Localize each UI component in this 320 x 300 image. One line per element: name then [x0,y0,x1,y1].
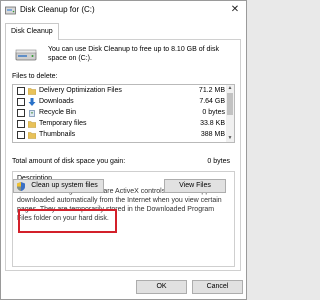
list-item-name: Downloads [39,98,74,105]
folder-icon [28,121,36,128]
tab-disk-cleanup[interactable]: Disk Cleanup [5,23,59,40]
total-space-value: 0 bytes [207,158,230,165]
list-item[interactable]: Downloads 7.64 GB [13,97,227,107]
list-item[interactable]: Thumbnails 388 MB [13,130,227,140]
cancel-button[interactable]: Cancel [192,280,243,294]
folder-icon [28,132,36,139]
disk-cleanup-window: Disk Cleanup for (C:) ✕ Disk Cleanup You… [0,0,247,300]
list-item-checkbox[interactable] [17,87,25,95]
clean-up-system-files-button[interactable]: Clean up system files [13,179,104,193]
recycle-bin-icon [29,110,35,117]
folder-icon [28,88,36,95]
list-item[interactable]: Delivery Optimization Files 71.2 MB [13,86,227,96]
files-to-delete-list[interactable]: Delivery Optimization Files 71.2 MB Down… [12,84,235,143]
list-item-name: Delivery Optimization Files [39,87,122,94]
hard-drive-icon [15,49,37,61]
disk-cleanup-panel: You can use Disk Cleanup to free up to 8… [5,39,241,271]
files-to-delete-label: Files to delete: [12,73,58,80]
scroll-up-icon[interactable]: ▲ [226,85,234,92]
list-item-size: 71.2 MB [198,87,225,94]
list-scrollbar[interactable]: ▲ ▼ [226,85,234,142]
tab-strip: Disk Cleanup [1,23,246,40]
close-button[interactable]: ✕ [225,2,245,18]
scroll-down-icon[interactable]: ▼ [226,135,234,142]
list-item-size: 388 MB [200,131,225,138]
download-arrow-icon [28,98,36,106]
list-item-name: Recycle Bin [39,109,76,116]
list-item-size: 33.8 KB [200,120,225,127]
window-title: Disk Cleanup for (C:) [20,5,95,14]
disk-cleanup-icon [5,6,16,15]
uac-shield-icon [17,182,25,191]
list-item-checkbox[interactable] [17,98,25,106]
title-bar[interactable]: Disk Cleanup for (C:) ✕ [1,1,246,19]
view-files-button[interactable]: View Files [164,179,226,193]
list-item[interactable]: Recycle Bin 0 bytes [13,108,227,118]
total-space-label: Total amount of disk space you gain: [12,158,126,165]
ok-button[interactable]: OK [136,280,187,294]
list-item-name: Temporary files [39,120,87,127]
list-item-checkbox[interactable] [17,109,25,117]
list-item-checkbox[interactable] [17,120,25,128]
highlight-box [18,209,117,233]
list-item-size: 7.64 GB [199,98,225,105]
list-item-size: 0 bytes [202,109,225,116]
list-item-name: Thumbnails [39,131,76,138]
list-item[interactable]: Temporary files 33.8 KB [13,119,227,129]
clean-up-system-files-label: Clean up system files [31,182,98,189]
list-item-checkbox[interactable] [17,131,25,139]
scroll-thumb[interactable] [227,93,233,115]
close-icon: ✕ [230,4,240,15]
intro-text: You can use Disk Cleanup to free up to 8… [48,46,219,62]
